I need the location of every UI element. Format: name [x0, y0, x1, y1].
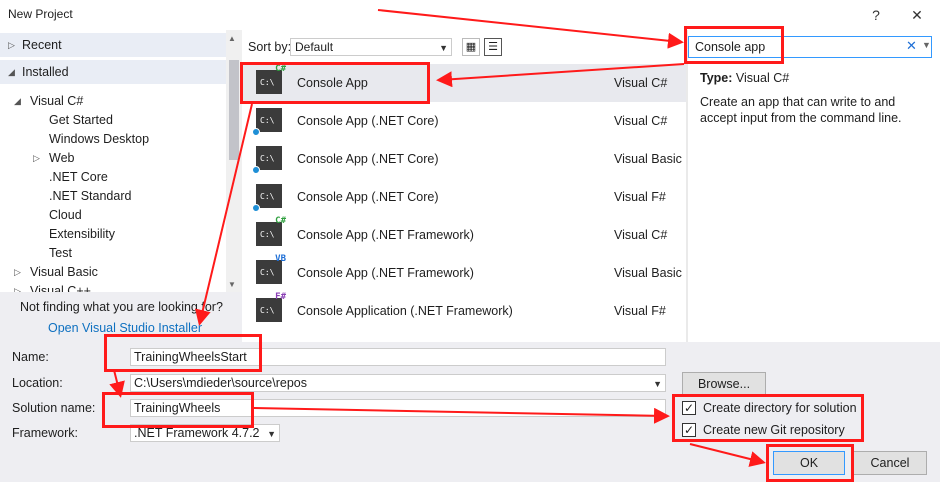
arrow-to-solution: [109, 369, 125, 398]
arrow-to-checkboxes: [251, 407, 670, 424]
arrow-to-ok: [689, 443, 766, 467]
arrow-to-console-app: [436, 63, 685, 88]
annotation-arrows: [109, 9, 766, 467]
arrow-to-search: [377, 9, 684, 49]
arrow-to-name: [195, 103, 253, 326]
